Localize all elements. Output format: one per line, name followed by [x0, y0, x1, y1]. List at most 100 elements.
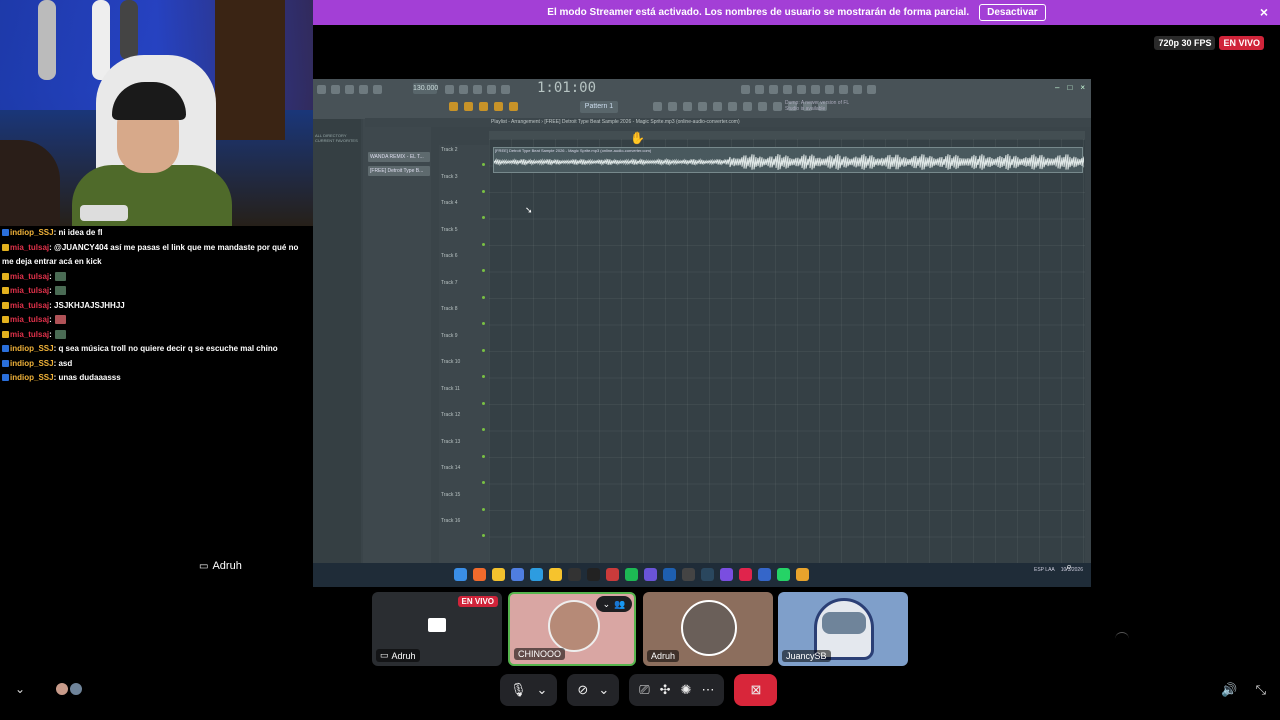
chat-message: mia_tulsaj:: [0, 313, 313, 328]
screen-share-icon[interactable]: ⎚: [639, 682, 649, 698]
chat-username[interactable]: mia_tulsaj: [10, 272, 49, 281]
chat-username[interactable]: mia_tulsaj: [10, 286, 49, 295]
track-label: Track 10: [441, 359, 461, 365]
chat-username[interactable]: mia_tulsaj: [10, 243, 49, 252]
screen-share-owner-name: Adruh: [212, 560, 242, 572]
channel-item: WANDA REMIX - EL T...: [368, 152, 430, 162]
chat-message: indiop_SSJ: asd: [0, 357, 313, 372]
chat-username[interactable]: mia_tulsaj: [10, 330, 49, 339]
stream-quality-badge: 720p 30 FPS: [1154, 36, 1216, 50]
tempo-display: 130.000: [413, 83, 439, 94]
live-badge: EN VIVO: [457, 596, 498, 607]
guitar: [38, 0, 56, 80]
user-badge-icon: [2, 243, 9, 251]
video-off-icon: ⊘: [577, 682, 589, 697]
shared-screen[interactable]: 130.000 1:01:00 Pattern 1 Dump: A newer …: [313, 79, 1091, 587]
waveform: [494, 153, 1084, 171]
participant-tile[interactable]: JuancySB: [778, 592, 908, 666]
track-label: Track 12: [441, 412, 461, 418]
fl-browser: ALL DIRECTORY CURRENT FAVORITES: [313, 119, 361, 563]
chat-username[interactable]: mia_tulsaj: [10, 301, 49, 310]
stream-info: 720p 30 FPS EN VIVO: [1154, 36, 1264, 50]
participant-avatars[interactable]: [55, 682, 84, 696]
chat-text: : q sea música troll no quiere decir q s…: [53, 344, 278, 353]
expand-button[interactable]: ⌄ 👥: [596, 596, 632, 612]
monitor-icon: [428, 618, 446, 632]
track-label: Track 11: [441, 385, 460, 392]
close-icon[interactable]: ×: [1260, 5, 1268, 19]
channel-rack: WANDA REMIX - EL T... [FREE] Detroit Typ…: [363, 119, 431, 563]
participant-name: Adruh: [651, 651, 676, 661]
participant-tile[interactable]: Adruh: [643, 592, 773, 666]
chevron-down-icon[interactable]: ⌄: [598, 682, 609, 698]
avatar: [548, 600, 600, 652]
track-label: Track 4: [441, 200, 458, 206]
call-view: indiop_SSJ: ni idea de fl mia_tulsaj: @JU…: [0, 0, 1280, 720]
microphone-icon: 🎙: [510, 682, 527, 697]
end-call-button[interactable]: ⊠: [734, 674, 778, 706]
guitar: [120, 0, 138, 60]
monitor-icon: ▭: [199, 560, 209, 572]
monitor-icon: ▭: [380, 650, 389, 660]
pointer-cursor-icon: ➘: [525, 205, 533, 215]
emote-icon: [54, 329, 66, 339]
track-label: Track 5: [441, 226, 458, 233]
track-indicator: [482, 322, 485, 325]
participant-tile[interactable]: ⌄ 👥 CHINOOO: [508, 592, 636, 666]
banner-text: El modo Streamer está activado. Los nomb…: [547, 7, 970, 18]
camera-button[interactable]: ⊘ ⌄: [567, 674, 620, 706]
chat-username[interactable]: indiop_SSJ: [10, 344, 54, 353]
chevron-down-icon: ⌄: [602, 598, 611, 609]
song-time: 1:01:00: [537, 80, 597, 96]
user-badge-icon: [2, 374, 9, 382]
participant-tile[interactable]: EN VIVO ▭ Adruh: [372, 592, 502, 666]
chat-username[interactable]: mia_tulsaj: [10, 315, 49, 324]
participant-name: CHINOOO: [518, 649, 562, 659]
chat-message: mia_tulsaj: @JUANCY404 así me pasas el l…: [0, 241, 313, 270]
mute-button[interactable]: 🎙 ⌄: [500, 674, 558, 706]
pattern-selector: Pattern 1: [580, 101, 618, 113]
user-badge-icon: [2, 301, 9, 309]
chat-username[interactable]: indiop_SSJ: [10, 373, 54, 382]
track-list: Track 2 Track 3 Track 4 Track 5 Track 6 Track…: [439, 145, 489, 563]
chat-message: indiop_SSJ: unas dudaaasss: [0, 371, 313, 386]
chat-username[interactable]: indiop_SSJ: [10, 228, 54, 237]
soundboard-icon[interactable]: ✺: [681, 682, 692, 698]
emote-icon: [54, 286, 66, 296]
volume-icon[interactable]: 🔊: [1221, 682, 1237, 698]
track-indicator: [482, 375, 485, 378]
loading-spinner: [1115, 632, 1129, 646]
chat-message: mia_tulsaj: JSJKHJAJSJHHJJ: [0, 299, 313, 314]
waveform-path: [494, 153, 1084, 171]
track-indicator: [482, 163, 485, 166]
chat-text: : unas dudaaasss: [53, 373, 121, 382]
activities-icon[interactable]: ✣: [660, 682, 671, 698]
user-badge-icon: [2, 345, 9, 353]
exit-fullscreen-icon[interactable]: ⤡: [1256, 682, 1266, 698]
track-indicator: [482, 507, 485, 511]
emote-icon: [54, 271, 66, 281]
chat-message: mia_tulsaj:: [0, 270, 313, 285]
track-indicator: [482, 481, 485, 484]
track-label: Track 6: [441, 253, 458, 259]
guitar: [92, 0, 110, 80]
disable-streamer-mode-button[interactable]: Desactivar: [979, 4, 1046, 21]
timeline-ruler: [489, 131, 1085, 139]
chevron-down-icon[interactable]: ⌄: [537, 682, 548, 698]
chat-username[interactable]: indiop_SSJ: [10, 359, 54, 368]
streamer-webcam: [0, 0, 313, 226]
avatar: [69, 682, 84, 696]
chat-message: mia_tulsaj:: [0, 328, 313, 343]
chevron-down-icon[interactable]: ⌄: [15, 682, 25, 696]
zoom-icon[interactable]: ⌕: [1066, 561, 1072, 574]
screen-share-owner: ▭ Adruh: [199, 560, 242, 572]
chat-message: indiop_SSJ: q sea música troll no quiere…: [0, 342, 313, 357]
track-label: Track 7: [441, 279, 458, 286]
track-label: Track 2: [441, 147, 458, 153]
bottom-left: ⌄: [15, 682, 84, 696]
more-icon[interactable]: ⋯: [701, 682, 714, 698]
system-tray: ESP LAA 10/3/2026: [1033, 567, 1083, 573]
end-call-icon: ⊠: [750, 682, 762, 697]
user-badge-icon: [2, 316, 9, 324]
participant-name: Adruh: [391, 650, 416, 661]
